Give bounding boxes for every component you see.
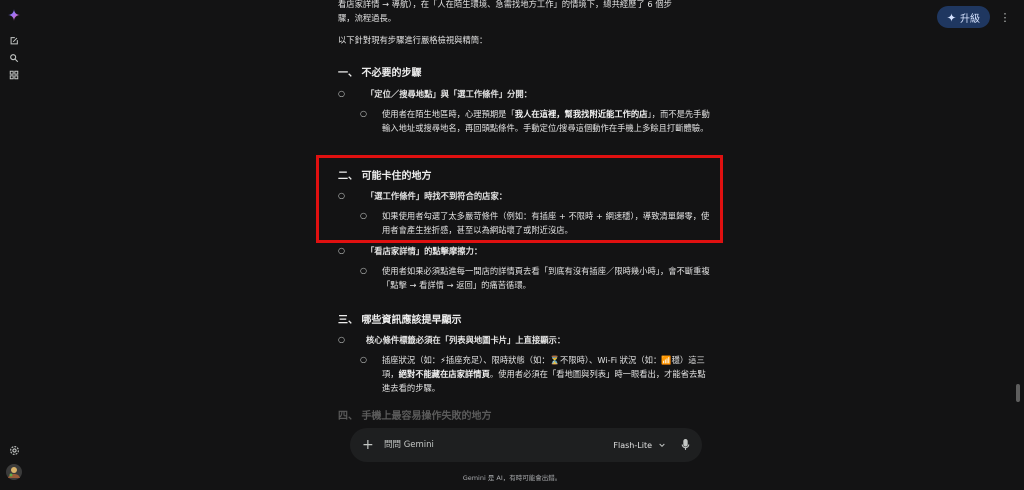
sub-list-item: ○ 使用者在陌生地區時，心理預期是「我人在這裡，幫我找附近能工作的店」，而不是先… bbox=[360, 109, 710, 133]
new-chat-icon[interactable] bbox=[7, 34, 21, 48]
bullet-icon: ○ bbox=[338, 89, 345, 98]
apps-icon[interactable] bbox=[7, 68, 21, 82]
list-item: ○ 「看店家詳情」的點擊摩擦力： bbox=[338, 246, 483, 256]
intro-text: 以下針對現有步驟進行嚴格檢視與精簡： bbox=[338, 35, 488, 45]
plus-icon[interactable]: + bbox=[362, 437, 376, 453]
gemini-sparkle-icon[interactable] bbox=[7, 8, 21, 22]
bullet-icon: ○ bbox=[338, 246, 345, 255]
sub-list-item: ○ 使用者如果必須點進每一間店的詳情頁去看「到底有沒有插座／限時幾小時」，會不斷… bbox=[360, 266, 710, 290]
bullet-icon: ○ bbox=[360, 355, 367, 364]
list-item: ○ 「定位／搜尋地點」與「選工作條件」分開： bbox=[338, 89, 532, 99]
chevron-down-icon bbox=[659, 443, 665, 448]
search-icon[interactable] bbox=[7, 51, 21, 65]
disclaimer: Gemini 是 AI，有時可能會出錯。 bbox=[462, 474, 562, 482]
prompt-bar: + Flash-Lite bbox=[350, 428, 702, 462]
top-bar: 升級 ⋮ bbox=[937, 6, 1011, 28]
bullet-icon: ○ bbox=[338, 335, 345, 344]
scrollbar-thumb[interactable] bbox=[1016, 384, 1020, 402]
settings-icon[interactable] bbox=[7, 443, 21, 457]
sparkle-icon bbox=[947, 12, 956, 22]
list-item: ○ 核心條件標籤必須在「列表與地圖卡片」上直接顯示： bbox=[338, 335, 566, 345]
upgrade-label: 升級 bbox=[960, 13, 980, 25]
sub-list-item: ○ 插座狀況（如：⚡插座充足）、限時狀態（如：⏳不限時）、Wi-Fi 狀況（如：… bbox=[360, 355, 706, 393]
section-heading: 四、 手機上最容易操作失敗的地方 bbox=[338, 411, 492, 420]
signal-icon: 📶 bbox=[661, 355, 672, 365]
model-selector[interactable]: Flash-Lite bbox=[613, 441, 666, 450]
kebab-menu-icon[interactable]: ⋮ bbox=[1000, 10, 1011, 24]
section-heading: 三、 哪些資訊應該提早顯示 bbox=[338, 315, 462, 326]
sidebar bbox=[0, 0, 28, 490]
section-heading: 一、 不必要的步驟 bbox=[338, 68, 422, 79]
bullet-icon: ○ bbox=[360, 109, 367, 118]
highlight-box bbox=[316, 155, 723, 243]
mic-icon[interactable] bbox=[680, 438, 690, 452]
prompt-input[interactable] bbox=[384, 440, 614, 450]
hourglass-icon: ⏳ bbox=[549, 355, 560, 365]
bullet-icon: ○ bbox=[360, 266, 367, 275]
upgrade-button[interactable]: 升級 bbox=[937, 6, 990, 28]
paragraph: 看店家詳情 → 導航），在「人在陌生環境、急需找地方工作」的情境下，總共經歷了 … bbox=[338, 0, 672, 23]
